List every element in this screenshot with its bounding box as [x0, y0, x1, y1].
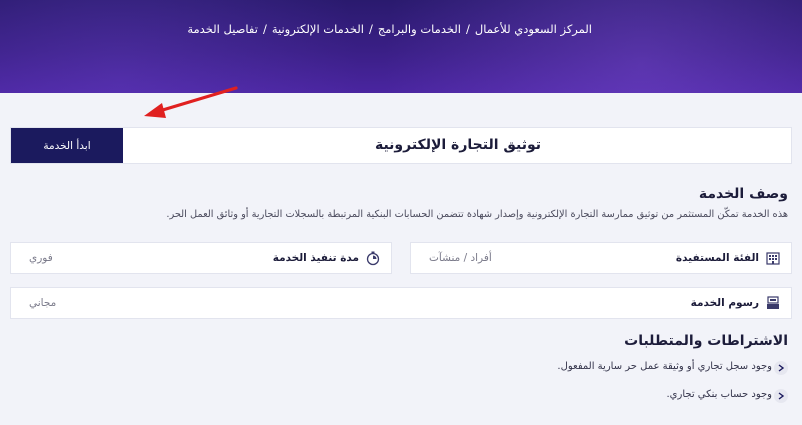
breadcrumb-separator: /: [262, 22, 267, 36]
duration-value: فوري: [29, 252, 53, 264]
breadcrumb-item-business-center[interactable]: المركز السعودي للأعمال: [475, 22, 592, 36]
page-hero-banner: المركز السعودي للأعمال / الخدمات والبرامج /…: [0, 0, 802, 93]
requirement-item: وجود سجل تجاري أو وثيقة عمل حر سارية الم…: [557, 361, 772, 372]
stopwatch-icon: [365, 250, 381, 266]
beneficiary-label: الفئة المستفيدة: [675, 252, 759, 264]
requirements-heading: الاشتراطات والمتطلبات: [624, 333, 788, 349]
breadcrumb-item-e-services[interactable]: الخدمات الإلكترونية: [272, 22, 364, 36]
description-heading: وصف الخدمة: [698, 186, 788, 202]
chevron-right-icon: [774, 389, 788, 403]
breadcrumb-item-services[interactable]: الخدمات والبرامج: [378, 22, 461, 36]
chevron-right-icon: [774, 361, 788, 375]
description-text: هذه الخدمة تمكّن المستثمر من توثيق ممارس…: [166, 209, 788, 220]
duration-label: مدة تنفيذ الخدمة: [272, 252, 359, 264]
fees-value: مجاني: [29, 297, 57, 309]
building-icon: [765, 250, 781, 266]
start-service-button[interactable]: ابدأ الخدمة: [11, 128, 123, 163]
fees-field: رسوم الخدمة مجاني: [10, 287, 792, 319]
page-title: توثيق التجارة الإلكترونية: [374, 137, 541, 153]
beneficiary-field: الفئة المستفيدة أفراد / منشآت: [410, 242, 792, 274]
cash-register-icon: [765, 295, 781, 311]
breadcrumb: المركز السعودي للأعمال / الخدمات والبرامج /…: [187, 22, 592, 36]
requirement-item: وجود حساب بنكي تجاري.: [666, 389, 772, 400]
service-title-card: ابدأ الخدمة توثيق التجارة الإلكترونية: [10, 127, 792, 164]
beneficiary-value: أفراد / منشآت: [429, 252, 492, 264]
breadcrumb-item-service-details: تفاصيل الخدمة: [187, 22, 258, 36]
annotation-arrow-icon: [144, 86, 238, 118]
breadcrumb-separator: /: [368, 22, 373, 36]
duration-field: مدة تنفيذ الخدمة فوري: [10, 242, 392, 274]
fees-label: رسوم الخدمة: [690, 297, 759, 309]
breadcrumb-separator: /: [465, 22, 470, 36]
